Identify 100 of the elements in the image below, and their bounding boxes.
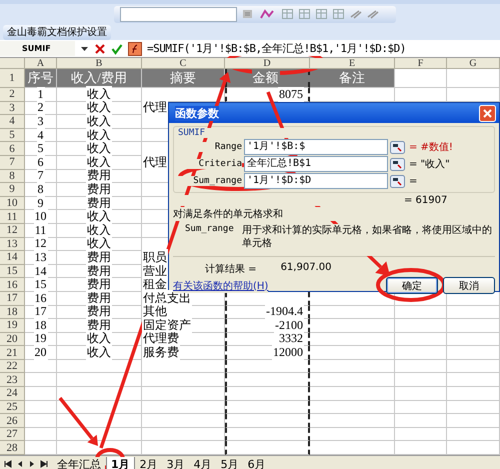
- grid-icon[interactable]: [281, 8, 294, 20]
- row-header[interactable]: 4: [0, 115, 25, 129]
- row-header[interactable]: 7: [0, 156, 25, 170]
- table-cell: [447, 346, 500, 360]
- row-header[interactable]: 6: [0, 142, 25, 156]
- ok-button[interactable]: 确定: [386, 277, 438, 294]
- column-header[interactable]: E: [310, 58, 395, 69]
- row-header[interactable]: 16: [0, 278, 25, 292]
- table-cell: 5: [25, 142, 57, 156]
- table-cell: [395, 69, 447, 88]
- argument-field[interactable]: '1月'!$B:$: [244, 139, 388, 155]
- grid-icon[interactable]: [315, 8, 328, 20]
- header-cell: 备注: [310, 69, 395, 88]
- header-cell: 收入/费用: [57, 69, 142, 88]
- row-header[interactable]: 5: [0, 128, 25, 142]
- table-cell: [25, 414, 57, 428]
- column-header[interactable]: G: [447, 58, 500, 69]
- table-cell: [447, 373, 500, 388]
- table-cell: 10: [25, 210, 57, 224]
- argument-label: Sum_range: [178, 176, 242, 186]
- protection-settings-button[interactable]: 金山毒霸文档保护设置: [3, 24, 111, 40]
- column-header[interactable]: A: [25, 58, 57, 69]
- table-cell: 12000: [225, 346, 310, 360]
- formula-field[interactable]: =SUMIF('1月'!$B:$B,全年汇总!B$1,'1月'!$D:$D): [147, 41, 406, 56]
- row-header[interactable]: 14: [0, 251, 25, 265]
- row-header[interactable]: 22: [0, 360, 25, 374]
- dropdown-icon[interactable]: [80, 44, 89, 52]
- collapse-dialog-icon[interactable]: [390, 174, 405, 188]
- row-header[interactable]: 25: [0, 400, 25, 414]
- row-header[interactable]: 17: [0, 292, 25, 306]
- table-cell: [447, 319, 500, 333]
- table-cell: [447, 306, 500, 320]
- row-header[interactable]: 2: [0, 88, 25, 102]
- row-header[interactable]: 26: [0, 414, 25, 428]
- table-cell: [395, 346, 447, 360]
- argument-result: = "收入": [409, 157, 450, 171]
- column-header[interactable]: C: [142, 58, 225, 69]
- argument-field[interactable]: 全年汇总!B$1: [244, 156, 388, 172]
- table-cell: [395, 360, 447, 374]
- row-header[interactable]: 19: [0, 319, 25, 333]
- row-header[interactable]: 12: [0, 224, 25, 238]
- row-header[interactable]: 13: [0, 238, 25, 252]
- table-cell: 收入: [57, 346, 142, 360]
- column-header[interactable]: B: [57, 58, 142, 69]
- table-cell: [395, 387, 447, 401]
- table-cell: [395, 428, 447, 442]
- row-header[interactable]: 28: [0, 441, 25, 455]
- sheet-tab[interactable]: 1月: [106, 456, 135, 469]
- table-cell: [447, 400, 500, 414]
- row-header[interactable]: 10: [0, 196, 25, 210]
- table-cell: [25, 360, 57, 374]
- row-header[interactable]: 20: [0, 332, 25, 346]
- cancel-icon[interactable]: [94, 42, 106, 54]
- row-header[interactable]: 27: [0, 428, 25, 442]
- row-header[interactable]: 11: [0, 210, 25, 224]
- toolbar-icon[interactable]: [241, 8, 255, 20]
- dialog-title: 函数参数: [175, 106, 219, 120]
- table-cell: [395, 332, 447, 346]
- check-icon[interactable]: [111, 42, 123, 54]
- row-header[interactable]: 1: [0, 69, 25, 88]
- row-header[interactable]: 21: [0, 346, 25, 360]
- collapse-dialog-icon[interactable]: [390, 140, 405, 154]
- column-header[interactable]: F: [395, 58, 447, 69]
- table-cell: 服务费: [142, 346, 225, 360]
- cancel-button[interactable]: 取消: [443, 277, 495, 294]
- pen-icon[interactable]: [349, 8, 362, 20]
- table-cell: [395, 414, 447, 428]
- table-cell: [447, 360, 500, 374]
- previous-sheet-icon[interactable]: [16, 460, 24, 468]
- row-header[interactable]: 23: [0, 373, 25, 388]
- pen-icon[interactable]: [366, 8, 379, 20]
- next-sheet-icon[interactable]: [28, 460, 36, 468]
- row-header[interactable]: 3: [0, 102, 25, 116]
- grid-icon[interactable]: [298, 8, 311, 20]
- table-cell: [447, 69, 500, 88]
- table-cell: 15: [25, 278, 57, 292]
- last-sheet-icon[interactable]: [40, 460, 48, 468]
- name-box[interactable]: SUMIF: [0, 41, 75, 56]
- row-header[interactable]: 9: [0, 183, 25, 197]
- help-link[interactable]: 有关该函数的帮助(H): [173, 278, 268, 292]
- grid-icon[interactable]: [332, 8, 345, 20]
- collapse-dialog-icon[interactable]: [390, 158, 405, 170]
- close-icon[interactable]: [479, 104, 496, 122]
- row-header[interactable]: 18: [0, 306, 25, 320]
- argument-result: = #数值!: [409, 140, 453, 154]
- table-cell: [395, 319, 447, 333]
- first-sheet-icon[interactable]: [4, 460, 12, 468]
- table-cell: 13: [25, 251, 57, 265]
- table-cell: 3: [25, 115, 57, 129]
- dropdown-field[interactable]: [120, 6, 237, 22]
- row-header[interactable]: 15: [0, 264, 25, 278]
- table-cell: 8: [25, 183, 57, 197]
- table-cell: 20: [25, 346, 57, 360]
- result-label: 计算结果 =: [205, 262, 257, 276]
- row-header[interactable]: 8: [0, 170, 25, 184]
- table-cell: [25, 428, 57, 442]
- function-icon[interactable]: [128, 42, 142, 56]
- row-header[interactable]: 24: [0, 387, 25, 401]
- table-cell: [447, 332, 500, 346]
- argument-field[interactable]: '1月'!$D:$D: [244, 173, 388, 189]
